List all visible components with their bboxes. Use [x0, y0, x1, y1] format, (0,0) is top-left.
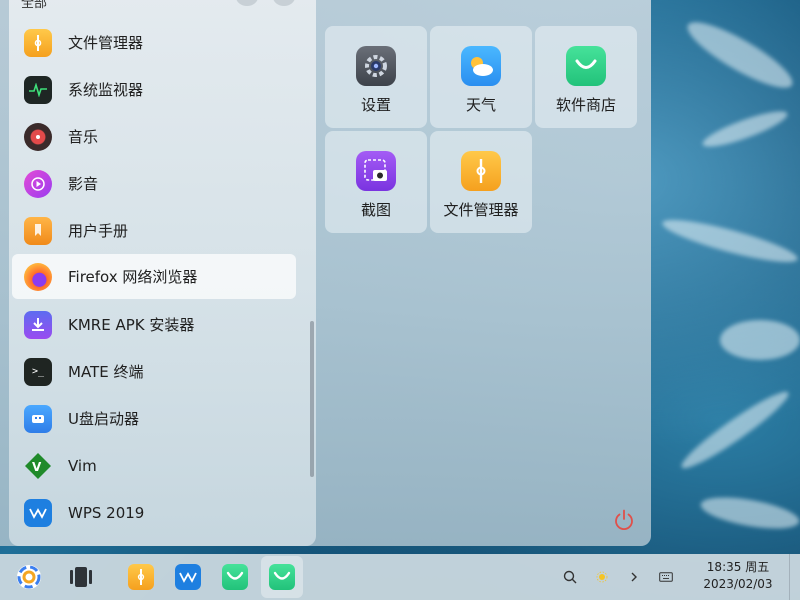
- taskbar-app-wps[interactable]: [169, 554, 207, 600]
- app-item-terminal[interactable]: >_ MATE 终端: [12, 349, 296, 394]
- app-item-apk-installer[interactable]: KMRE APK 安装器: [12, 302, 296, 347]
- app-item-music[interactable]: 音乐: [12, 114, 296, 159]
- system-monitor-icon: [24, 75, 52, 104]
- app-list-scrollbar[interactable]: [310, 321, 314, 477]
- screenshot-icon: [356, 151, 396, 191]
- video-player-icon: [24, 169, 52, 198]
- start-menu: 全部 文件管理器 系统监视器 音乐 影音 用户手册 Firefox 网络浏览器 …: [0, 0, 651, 546]
- svg-text:V: V: [32, 460, 42, 474]
- multitask-view-icon: [70, 567, 92, 587]
- sort-button[interactable]: [236, 0, 258, 6]
- software-store-icon: [566, 46, 606, 86]
- chevron-right-icon: [631, 572, 637, 582]
- app-item-label: 文件管理器: [68, 34, 144, 52]
- favorite-tile-software-store[interactable]: 软件商店: [535, 26, 637, 128]
- keyboard-button[interactable]: [655, 554, 677, 600]
- settings-icon: [356, 46, 396, 86]
- usb-boot-icon: [24, 404, 52, 433]
- clock-time: 18:35 周五: [706, 560, 770, 574]
- show-desktop-button[interactable]: [789, 554, 800, 600]
- app-list-panel: 全部 文件管理器 系统监视器 音乐 影音 用户手册 Firefox 网络浏览器 …: [9, 0, 316, 546]
- favorite-label: 天气: [465, 96, 496, 114]
- app-item-label: 系统监视器: [68, 81, 144, 99]
- favorite-label: 截图: [360, 201, 391, 219]
- file-manager-icon: [461, 151, 501, 191]
- file-manager-icon: [128, 564, 154, 590]
- taskbar-app-software-store[interactable]: [216, 554, 254, 600]
- app-item-file-manager[interactable]: 文件管理器: [12, 20, 296, 65]
- software-store-icon: [222, 564, 248, 590]
- file-manager-icon: [24, 28, 52, 57]
- vim-icon: V: [24, 452, 52, 480]
- taskbar-app-file-manager[interactable]: [122, 554, 160, 600]
- multitask-view-button[interactable]: [62, 554, 100, 600]
- app-item-label: WPS 2019: [68, 503, 145, 522]
- clock-date: 2023/02/03: [703, 577, 773, 591]
- favorite-label: 文件管理器: [443, 201, 519, 219]
- favorite-label: 设置: [360, 96, 391, 114]
- search-button[interactable]: [273, 0, 295, 6]
- tray-expand-button[interactable]: [625, 554, 643, 600]
- clock[interactable]: 18:35 周五 2023/02/03: [700, 559, 776, 593]
- favorite-tile-file-manager[interactable]: 文件管理器: [430, 131, 532, 233]
- app-item-system-monitor[interactable]: 系统监视器: [12, 67, 296, 112]
- software-store-icon: [269, 564, 295, 590]
- keyboard-icon: [659, 572, 673, 582]
- taskbar-app-software-store-active[interactable]: [261, 556, 303, 598]
- search-button[interactable]: [559, 554, 581, 600]
- app-item-wps[interactable]: WPS 2019: [12, 490, 296, 535]
- user-manual-icon: [24, 216, 52, 245]
- search-icon: [563, 570, 577, 584]
- app-list-title: 全部: [21, 0, 48, 11]
- sun-icon: [596, 571, 608, 583]
- power-button[interactable]: [612, 508, 636, 532]
- app-item-user-manual[interactable]: 用户手册: [12, 208, 296, 253]
- favorite-tile-settings[interactable]: 设置: [325, 26, 427, 128]
- wps-icon: [175, 564, 201, 590]
- app-item-label: 音乐: [68, 128, 99, 146]
- terminal-icon: >_: [24, 357, 52, 386]
- app-item-label: 影音: [68, 175, 99, 193]
- apk-installer-icon: [24, 310, 52, 339]
- app-item-label: MATE 终端: [68, 363, 144, 381]
- kylin-logo-icon: [17, 565, 41, 589]
- app-item-label: Firefox 网络浏览器: [68, 268, 198, 286]
- power-icon: [615, 509, 633, 531]
- favorite-label: 软件商店: [555, 96, 616, 114]
- app-item-video-player[interactable]: 影音: [12, 161, 296, 206]
- favorite-tile-weather[interactable]: 天气: [430, 26, 532, 128]
- weather-icon: [461, 46, 501, 86]
- app-item-firefox[interactable]: Firefox 网络浏览器: [12, 254, 296, 299]
- favorite-tile-screenshot[interactable]: 截图: [325, 131, 427, 233]
- music-icon: [24, 122, 52, 151]
- app-item-label: 用户手册: [68, 222, 129, 240]
- wps-icon: [24, 498, 52, 527]
- app-item-label: Vim: [68, 456, 97, 475]
- app-item-usb-boot[interactable]: U盘启动器: [12, 396, 296, 441]
- app-item-vim[interactable]: V Vim: [12, 443, 296, 488]
- start-menu-button[interactable]: [10, 554, 48, 600]
- firefox-icon: [24, 262, 52, 291]
- night-mode-button[interactable]: [592, 554, 612, 600]
- taskbar: 18:35 周五 2023/02/03: [0, 554, 800, 600]
- app-item-label: KMRE APK 安装器: [68, 316, 195, 334]
- app-item-label: U盘启动器: [68, 410, 139, 428]
